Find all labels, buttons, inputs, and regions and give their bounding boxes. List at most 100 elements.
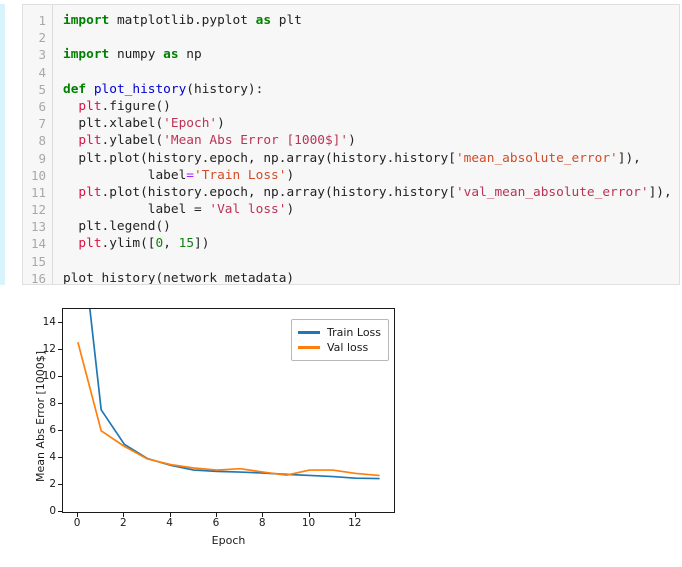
- code-line[interactable]: def plot_history(history):: [63, 81, 679, 98]
- code-line[interactable]: plt.plot(history.epoch, np.array(history…: [63, 150, 679, 167]
- line-number: 6: [38, 98, 46, 114]
- y-tick-mark: [58, 348, 62, 350]
- code-token: as: [163, 47, 179, 63]
- code-token: plt: [78, 133, 102, 149]
- code-token: plt.legend(): [63, 219, 171, 235]
- code-token: plt.plot(history.epoch, np.array(history…: [63, 150, 456, 166]
- code-token: numpy: [109, 47, 164, 63]
- x-tick-label: 6: [212, 517, 220, 529]
- code-line[interactable]: plt.figure(): [63, 98, 679, 115]
- y-tick-mark: [58, 511, 62, 512]
- y-tick-mark: [58, 483, 62, 485]
- code-line[interactable]: label = 'Val loss'): [63, 201, 679, 218]
- code-line[interactable]: import numpy as np: [63, 46, 679, 63]
- line-number: 13: [30, 219, 46, 235]
- code-line[interactable]: plot_history(network_metadata): [63, 270, 679, 284]
- line-number: 1: [38, 13, 46, 28]
- code-token: 'val_mean_absolute_error': [455, 184, 649, 200]
- code-token: plt.xlabel(: [63, 116, 164, 132]
- x-axis-label: Epoch: [211, 534, 246, 547]
- x-tick-label: 8: [258, 517, 266, 529]
- code-line[interactable]: plt.xlabel('Epoch'): [63, 115, 679, 132]
- x-tick-mark: [169, 513, 171, 517]
- code-token: ]),: [617, 150, 641, 166]
- code-token: plt: [78, 236, 102, 252]
- y-tick-text: 12: [42, 342, 56, 355]
- plot-axes: Train Loss Val loss: [62, 308, 395, 513]
- chart-legend: Train Loss Val loss: [291, 319, 390, 361]
- line-val-loss: [77, 341, 380, 477]
- y-tick-text: 6: [49, 423, 56, 436]
- y-tick-text: 10: [42, 369, 56, 382]
- code-token: 'mean_absolute_error': [455, 150, 618, 166]
- code-token: plot_history(network_metadata): [63, 270, 295, 284]
- y-tick-mark: [58, 402, 62, 404]
- legend-color-swatch: [298, 346, 320, 349]
- code-token: def: [63, 81, 87, 97]
- line-number: 14: [30, 236, 46, 252]
- code-token: 'Train Loss': [194, 167, 287, 183]
- cell-selection-indicator: [0, 4, 5, 285]
- code-line[interactable]: plt.legend(): [63, 218, 679, 235]
- code-token: ,: [163, 236, 179, 252]
- code-token: ]): [194, 236, 210, 252]
- matplotlib-figure-output: Mean Abs Error [1000$] 0 2 4 6 8 10 12 14 Train…: [0, 291, 420, 567]
- y-tick-text: 14: [42, 315, 56, 328]
- y-tick-text: 0: [49, 505, 56, 517]
- code-token: .plot(history.epoch, np.array(history.hi…: [101, 184, 456, 200]
- code-line[interactable]: label='Train Loss'): [63, 167, 679, 184]
- x-tick-mark: [215, 513, 217, 517]
- code-line[interactable]: plt.plot(history.epoch, np.array(history…: [63, 184, 679, 201]
- y-tick-mark: [58, 375, 62, 377]
- code-token: 15: [178, 236, 195, 252]
- notebook-code-cell[interactable]: 1 2 3 4 5 6 7 8 9 10 11 12 13 14 15 16 import matplotli…: [0, 0, 682, 291]
- x-tick-label: 4: [166, 517, 173, 529]
- x-tick-label: 10: [301, 517, 316, 529]
- code-token: =: [186, 167, 194, 183]
- code-line[interactable]: plt.ylabel('Mean Abs Error [1000$]'): [63, 132, 679, 149]
- line-number-gutter: 1 2 3 4 5 6 7 8 9 10 11 12 13 14 15 16: [23, 5, 53, 284]
- legend-color-swatch: [298, 331, 320, 334]
- y-tick-text: 4: [49, 450, 56, 463]
- code-editor-area[interactable]: import matplotlib.pyplot as plt import n…: [53, 5, 679, 284]
- code-token: matplotlib.pyplot: [109, 13, 256, 28]
- line-number: 15: [30, 253, 46, 269]
- code-token: .figure(): [101, 98, 171, 114]
- x-tick-label: 0: [73, 517, 81, 529]
- y-tick-mark: [58, 456, 62, 458]
- x-tick-label: 2: [119, 517, 127, 529]
- code-token: ): [348, 133, 356, 149]
- code-token: as: [255, 13, 272, 28]
- legend-item: Train Loss: [298, 325, 381, 340]
- code-token: ): [217, 116, 225, 132]
- x-tick-mark: [262, 513, 264, 517]
- line-number: 11: [30, 184, 46, 200]
- code-token: 'Mean Abs Error [1000$]': [163, 133, 349, 149]
- code-token: np: [178, 47, 202, 63]
- line-number: 16: [30, 270, 46, 285]
- line-number: 4: [38, 64, 46, 80]
- x-tick-mark: [77, 513, 79, 517]
- code-line[interactable]: plt.ylim([0, 15]): [63, 235, 679, 252]
- code-token: import: [63, 13, 110, 28]
- code-line[interactable]: import matplotlib.pyplot as plt: [63, 12, 679, 29]
- line-number: 7: [38, 116, 46, 132]
- code-line[interactable]: [63, 29, 679, 46]
- code-token: plot_history: [93, 81, 187, 97]
- legend-label: Val loss: [327, 341, 369, 354]
- code-cell-body[interactable]: 1 2 3 4 5 6 7 8 9 10 11 12 13 14 15 16 import matplotli…: [22, 4, 680, 285]
- y-tick-mark: [58, 321, 62, 323]
- line-number: 12: [30, 202, 46, 218]
- code-line[interactable]: [63, 64, 679, 81]
- y-tick-mark: [58, 429, 62, 431]
- line-number: 10: [30, 167, 46, 183]
- code-line[interactable]: [63, 253, 679, 270]
- code-token: plt: [78, 184, 102, 200]
- code-token: ): [286, 167, 295, 183]
- line-number: 5: [38, 81, 46, 97]
- code-token: .ylabel(: [101, 133, 164, 149]
- code-token: (history):: [186, 81, 264, 97]
